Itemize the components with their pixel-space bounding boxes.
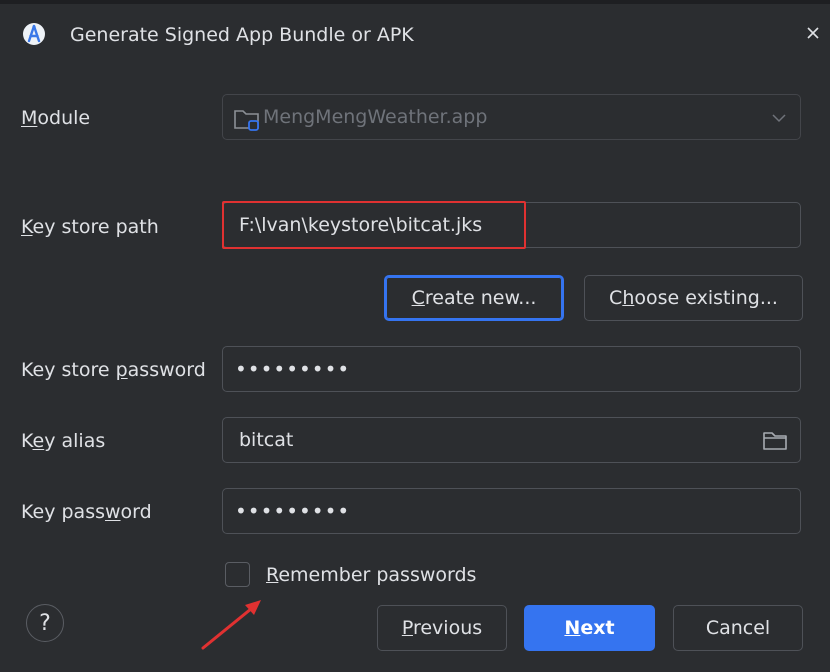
next-label: Next xyxy=(564,617,615,639)
next-button[interactable]: Next xyxy=(524,605,655,651)
help-button[interactable]: ? xyxy=(26,604,64,642)
keystore-password-mask: ••••••••• xyxy=(235,357,351,381)
keystore-password-input[interactable]: ••••••••• xyxy=(222,346,801,392)
dialog-title: Generate Signed App Bundle or APK xyxy=(70,24,414,46)
create-new-label: Create new... xyxy=(411,287,537,309)
android-studio-icon xyxy=(23,23,45,45)
cancel-label: Cancel xyxy=(705,617,771,639)
cancel-button[interactable]: Cancel xyxy=(673,605,803,651)
key-password-input[interactable]: ••••••••• xyxy=(222,488,801,534)
key-password-mask: ••••••••• xyxy=(235,499,351,523)
help-icon: ? xyxy=(39,610,51,636)
choose-existing-button[interactable]: Choose existing... xyxy=(584,275,803,321)
module-label: Module xyxy=(21,107,91,129)
close-icon[interactable] xyxy=(806,26,820,40)
key-alias-value: bitcat xyxy=(239,429,294,451)
keystore-password-label: Key store password xyxy=(21,359,206,381)
remember-passwords-checkbox[interactable] xyxy=(225,562,250,587)
key-alias-label: Key alias xyxy=(21,430,106,452)
key-password-label: Key password xyxy=(21,501,152,523)
choose-existing-label: Choose existing... xyxy=(609,287,778,309)
annotation-highlight-box xyxy=(222,201,526,249)
module-folder-icon xyxy=(234,110,259,131)
folder-icon[interactable] xyxy=(762,430,788,452)
previous-button[interactable]: Previous xyxy=(377,605,507,651)
keystore-path-label: Key store path xyxy=(21,216,159,238)
module-value: MengMengWeather.app xyxy=(263,106,488,128)
module-select[interactable]: MengMengWeather.app xyxy=(222,94,801,140)
dialog-title-bar: Generate Signed App Bundle or APK xyxy=(0,4,830,64)
chevron-down-icon xyxy=(772,114,786,123)
previous-label: Previous xyxy=(401,617,483,639)
key-alias-input[interactable]: bitcat xyxy=(222,417,801,463)
remember-passwords-label[interactable]: Remember passwords xyxy=(266,564,476,586)
create-new-button[interactable]: Create new... xyxy=(384,275,564,321)
annotation-arrow xyxy=(201,600,261,650)
